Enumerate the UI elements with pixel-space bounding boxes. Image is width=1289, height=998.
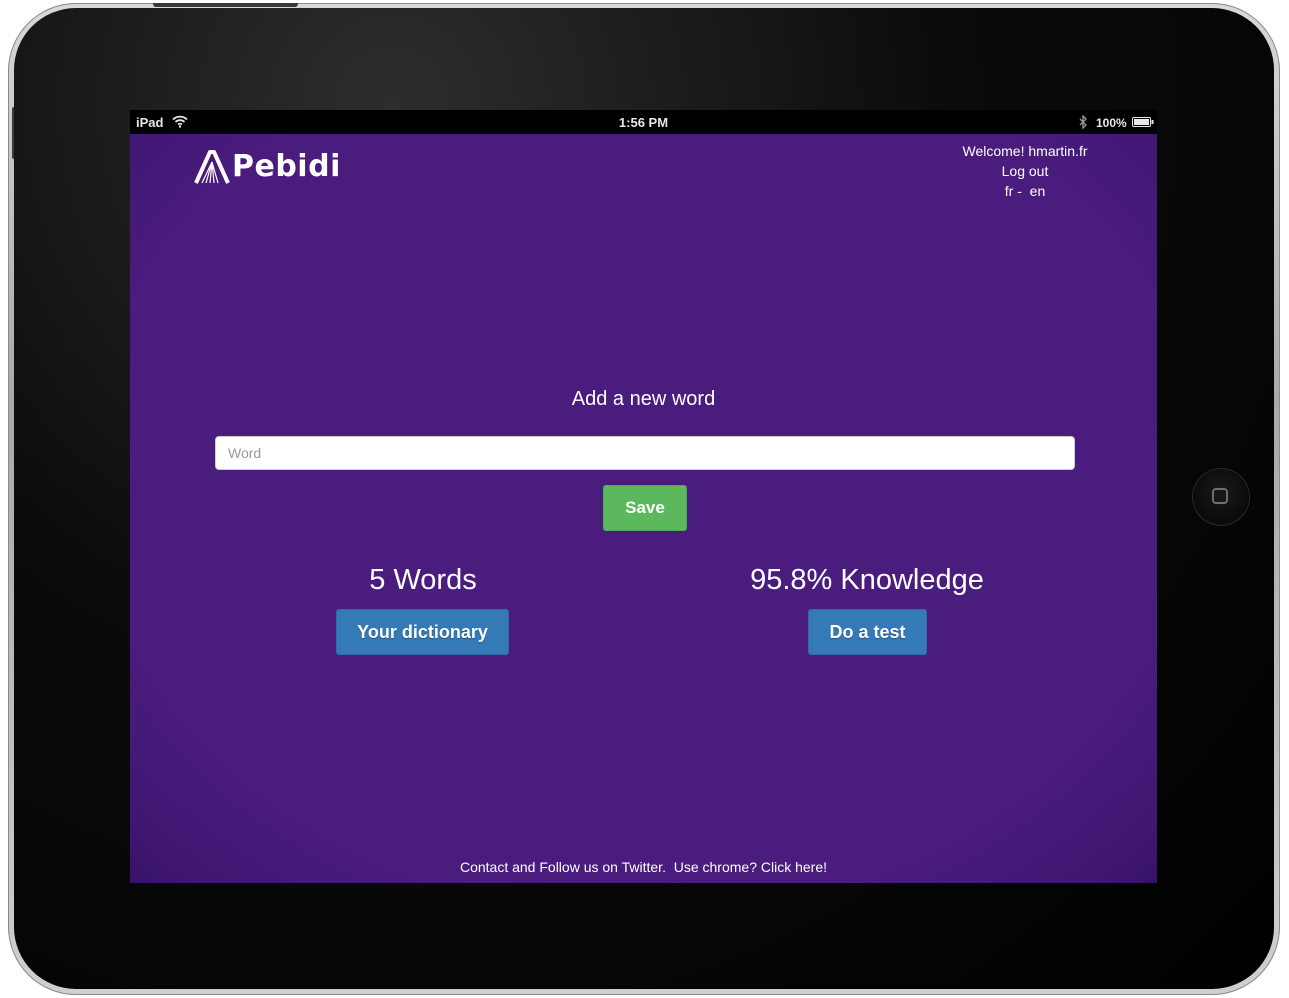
pebidi-logo[interactable]: Pebidi xyxy=(194,149,341,185)
lang-separator: - xyxy=(1013,183,1026,199)
logo-mark-icon xyxy=(194,150,230,184)
logout-link[interactable]: Log out xyxy=(1002,163,1049,179)
footer: Contact and Follow us on Twitter. Use ch… xyxy=(130,859,1157,875)
logo-text: Pebidi xyxy=(232,149,341,184)
status-bar: iPad 1:56 PM 100% xyxy=(130,110,1157,134)
your-dictionary-button[interactable]: Your dictionary xyxy=(336,609,509,655)
chrome-click-here-link[interactable]: Click here! xyxy=(761,859,827,875)
status-time: 1:56 PM xyxy=(618,115,669,130)
add-word-title: Add a new word xyxy=(571,388,716,410)
welcome-text: Welcome! hmartin.fr xyxy=(962,143,1088,159)
word-input[interactable] xyxy=(215,436,1075,470)
home-button[interactable] xyxy=(1193,469,1249,525)
twitter-link[interactable]: Twitter xyxy=(622,859,662,875)
language-switcher: fr - en xyxy=(930,181,1120,201)
lang-en-link[interactable]: en xyxy=(1030,183,1046,199)
bluetooth-icon xyxy=(1079,115,1087,129)
app-page: Pebidi Welcome! hmartin.fr Log out fr - … xyxy=(130,134,1157,883)
user-menu: Welcome! hmartin.fr Log out fr - en xyxy=(930,141,1120,201)
contact-link[interactable]: Contact xyxy=(460,859,508,875)
word-count: 5 Words xyxy=(369,564,477,596)
device-screen: iPad 1:56 PM 100% Pebidi Welcome! hmarti… xyxy=(130,110,1157,883)
do-a-test-button[interactable]: Do a test xyxy=(808,609,927,655)
knowledge-percentage: 95.8% Knowledge xyxy=(750,564,984,596)
home-square-icon xyxy=(1212,488,1228,504)
save-button[interactable]: Save xyxy=(603,485,687,531)
footer-text-chrome: . Use chrome? xyxy=(662,859,761,875)
sleep-button xyxy=(153,3,298,7)
battery-icon xyxy=(1132,117,1154,127)
battery-percentage: 100% xyxy=(1096,116,1127,130)
footer-text-follow: and Follow us on xyxy=(508,859,622,875)
